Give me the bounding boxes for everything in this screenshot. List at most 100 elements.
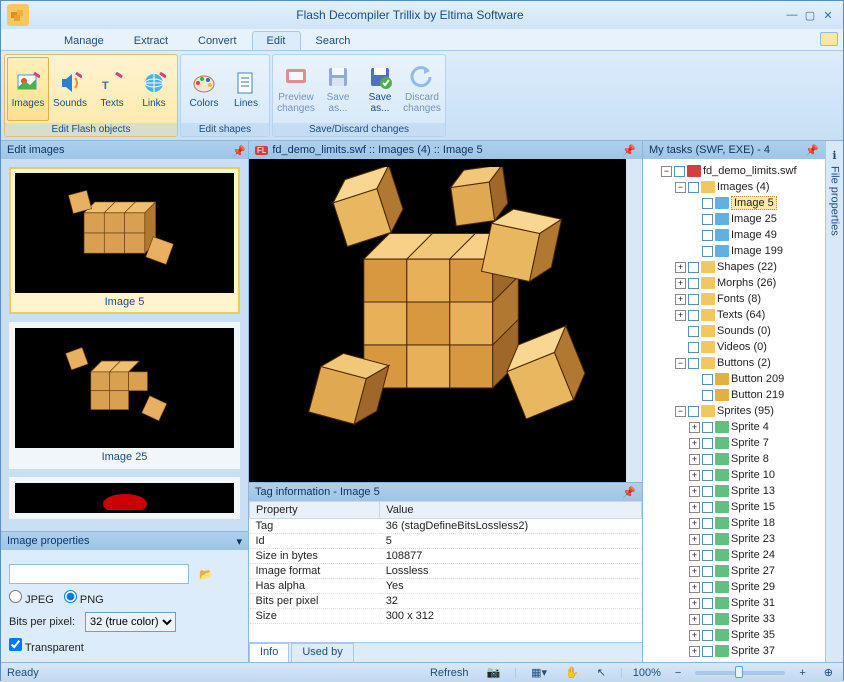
- camera-icon[interactable]: 📷: [483, 666, 505, 679]
- info-icon: ℹ: [828, 149, 841, 162]
- pin-icon[interactable]: 📌: [622, 144, 636, 157]
- tree-item[interactable]: +Sprite 33: [689, 611, 821, 627]
- bpp-select[interactable]: 32 (true color): [85, 612, 176, 632]
- expand-icon[interactable]: +: [689, 630, 700, 641]
- expand-icon[interactable]: +: [689, 422, 700, 433]
- tab-used-by[interactable]: Used by: [291, 643, 353, 662]
- lines-button[interactable]: Lines: [225, 57, 267, 121]
- thumbnail-item[interactable]: [9, 477, 240, 519]
- image-path-field[interactable]: [9, 564, 189, 584]
- expand-icon[interactable]: +: [689, 518, 700, 529]
- thumbnail-item[interactable]: Image 5: [9, 167, 240, 314]
- expand-icon[interactable]: +: [689, 486, 700, 497]
- tree-item[interactable]: +Sprite 15: [689, 499, 821, 515]
- save-as-button[interactable]: Save as...: [317, 57, 359, 121]
- item-icon: [715, 581, 729, 593]
- tree-item[interactable]: Image 199: [689, 243, 821, 259]
- expand-icon[interactable]: +: [689, 582, 700, 593]
- pin-icon[interactable]: 📌: [622, 486, 636, 499]
- tree-item[interactable]: +Sprite 4: [689, 419, 821, 435]
- tree-item[interactable]: +Sprite 37: [689, 643, 821, 659]
- tree-item[interactable]: Image 25: [689, 211, 821, 227]
- close-button[interactable]: ✕: [819, 9, 837, 22]
- refresh-button[interactable]: Refresh: [426, 667, 473, 679]
- fit-button[interactable]: ⊕: [820, 666, 837, 679]
- zoom-slider[interactable]: [695, 671, 785, 675]
- preview-changes-button[interactable]: Preview changes: [275, 57, 317, 121]
- zoom-in-button[interactable]: +: [795, 667, 809, 679]
- expand-icon[interactable]: +: [675, 278, 686, 289]
- expand-icon[interactable]: +: [689, 454, 700, 465]
- format-jpeg-radio[interactable]: JPEG: [9, 590, 54, 606]
- tree-item[interactable]: +Sprite 29: [689, 579, 821, 595]
- tree-item[interactable]: +Sprite 13: [689, 483, 821, 499]
- tab-info[interactable]: Info: [249, 643, 289, 662]
- file-properties-tab[interactable]: ℹ File properties: [825, 141, 843, 662]
- tree-item[interactable]: +Sprite 35: [689, 627, 821, 643]
- pin-icon[interactable]: 📌: [232, 145, 242, 155]
- tree-item[interactable]: +Sprite 18: [689, 515, 821, 531]
- expand-icon[interactable]: −: [675, 406, 686, 417]
- expand-icon[interactable]: +: [675, 294, 686, 305]
- expand-icon[interactable]: +: [689, 438, 700, 449]
- tab-convert[interactable]: Convert: [183, 31, 252, 50]
- thumbnail-image: [15, 483, 234, 513]
- texts-button[interactable]: T Texts: [91, 57, 133, 121]
- minimize-button[interactable]: —: [783, 9, 801, 21]
- expand-icon[interactable]: +: [689, 646, 700, 657]
- pin-icon[interactable]: 📌: [805, 144, 819, 157]
- sounds-button[interactable]: Sounds: [49, 57, 91, 121]
- item-icon: [715, 645, 729, 657]
- chevron-down-icon[interactable]: ▾: [236, 535, 242, 548]
- expand-icon[interactable]: +: [689, 566, 700, 577]
- menu-tabstrip: Manage Extract Convert Edit Search: [1, 29, 843, 51]
- expand-icon[interactable]: +: [689, 598, 700, 609]
- vertical-scrollbar[interactable]: [626, 159, 642, 482]
- thumbnail-list[interactable]: Image 5 Image 25: [1, 159, 248, 531]
- hand-icon[interactable]: ✋: [561, 666, 583, 679]
- tree-item[interactable]: +Sprite 27: [689, 563, 821, 579]
- images-button[interactable]: Images: [7, 57, 49, 121]
- expand-icon[interactable]: −: [675, 358, 686, 369]
- tree-item[interactable]: +Sprite 7: [689, 435, 821, 451]
- tree-item[interactable]: Button 209: [689, 371, 821, 387]
- expand-icon[interactable]: −: [661, 166, 672, 177]
- preview-area[interactable]: [249, 159, 642, 482]
- links-button[interactable]: Links: [133, 57, 175, 121]
- colors-button[interactable]: Colors: [183, 57, 225, 121]
- image-properties-panel: Image properties ▾ 📂 JPEG PNG Bits per p…: [1, 531, 248, 662]
- discard-changes-button[interactable]: Discard changes: [401, 57, 443, 121]
- tree-item[interactable]: +Sprite 31: [689, 595, 821, 611]
- expand-icon[interactable]: +: [689, 534, 700, 545]
- tree-item[interactable]: +Sprite 10: [689, 467, 821, 483]
- expand-icon[interactable]: +: [689, 614, 700, 625]
- transparent-checkbox[interactable]: Transparent: [9, 638, 84, 654]
- expand-icon[interactable]: +: [675, 262, 686, 273]
- save-as2-button[interactable]: Save as...: [359, 57, 401, 121]
- expand-icon[interactable]: +: [689, 470, 700, 481]
- tab-extract[interactable]: Extract: [119, 31, 183, 50]
- tag-info-grid[interactable]: PropertyValue Tag36 (stagDefineBitsLossl…: [249, 501, 642, 642]
- tab-manage[interactable]: Manage: [49, 31, 119, 50]
- expand-icon[interactable]: +: [675, 310, 686, 321]
- task-tree[interactable]: −fd_demo_limits.swf −Images (4) Image 5I…: [643, 159, 825, 662]
- tree-item[interactable]: Image 49: [689, 227, 821, 243]
- quick-access-icon[interactable]: [820, 32, 838, 46]
- maximize-button[interactable]: ▢: [801, 9, 819, 22]
- expand-icon[interactable]: +: [689, 502, 700, 513]
- expand-icon[interactable]: +: [689, 550, 700, 561]
- tab-edit[interactable]: Edit: [252, 31, 301, 50]
- tree-item[interactable]: +Sprite 24: [689, 547, 821, 563]
- browse-icon[interactable]: 📂: [199, 568, 213, 581]
- thumbnail-item[interactable]: Image 25: [9, 322, 240, 469]
- grid-view-icon[interactable]: ▦▾: [527, 666, 551, 679]
- tree-item[interactable]: Button 219: [689, 387, 821, 403]
- tree-item[interactable]: +Sprite 8: [689, 451, 821, 467]
- zoom-out-button[interactable]: −: [671, 667, 685, 679]
- pointer-icon[interactable]: ↖: [593, 666, 610, 679]
- expand-icon[interactable]: −: [675, 182, 686, 193]
- tree-item[interactable]: +Sprite 23: [689, 531, 821, 547]
- format-png-radio[interactable]: PNG: [64, 590, 104, 606]
- tab-search[interactable]: Search: [301, 31, 366, 50]
- tree-item[interactable]: Image 5: [689, 195, 821, 211]
